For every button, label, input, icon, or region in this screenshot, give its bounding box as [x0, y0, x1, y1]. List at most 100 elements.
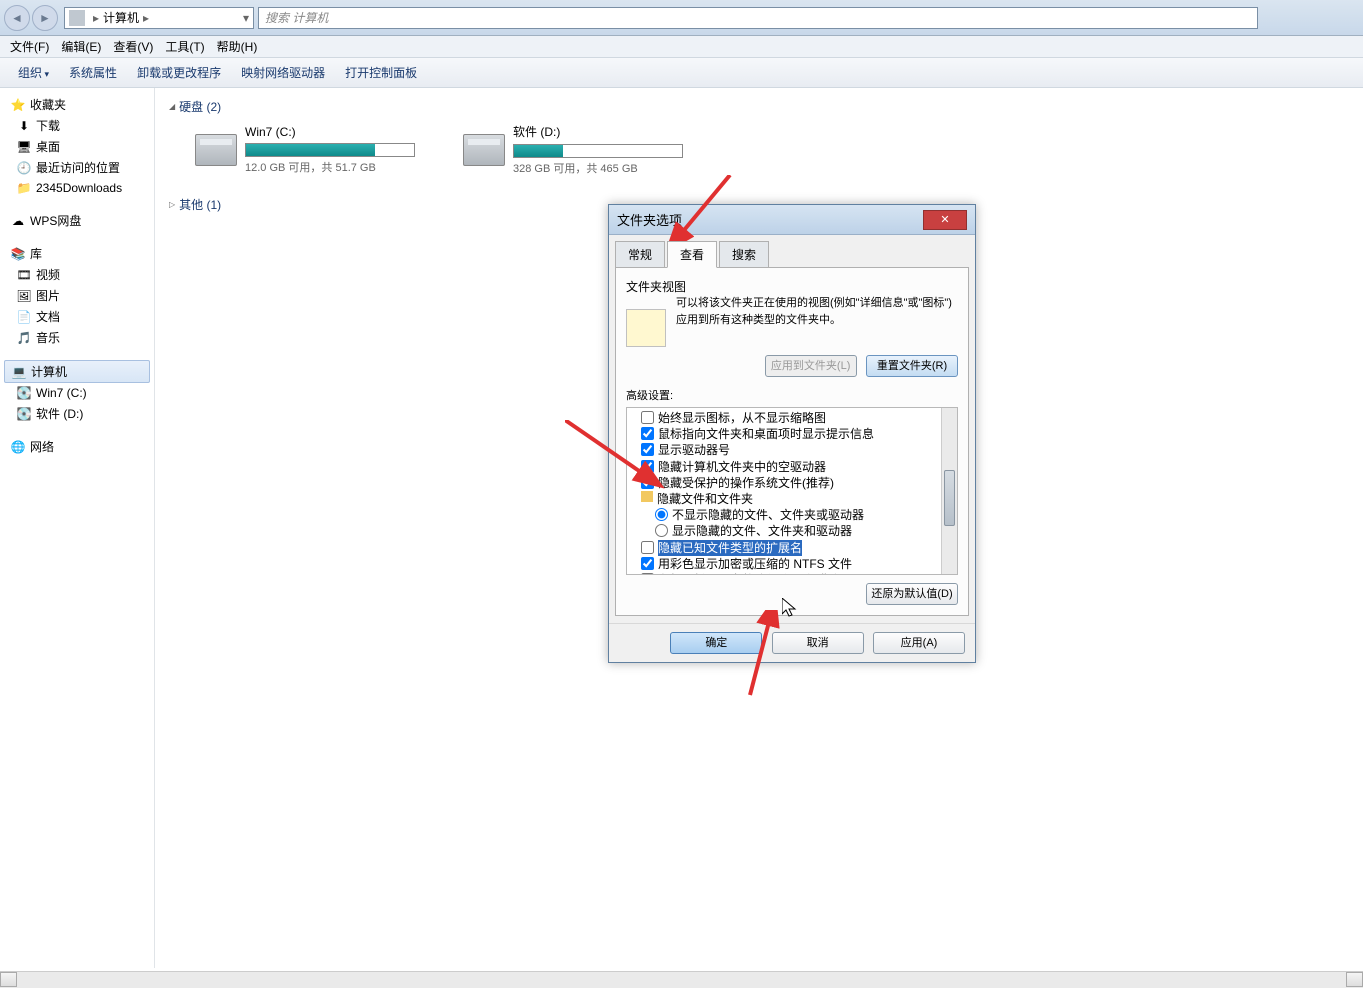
drive-icon: 💽 — [16, 406, 32, 422]
menu-tools[interactable]: 工具(T) — [159, 36, 210, 57]
radio[interactable] — [655, 524, 668, 537]
sidebar-label: 软件 (D:) — [36, 405, 83, 422]
adv-option[interactable]: 在标题栏显示完整路径(仅限经典主题) — [631, 572, 953, 575]
sidebar-network[interactable]: 🌐网络 — [0, 436, 154, 457]
scroll-left-button[interactable] — [0, 972, 17, 987]
apply-to-folders-button[interactable]: 应用到文件夹(L) — [765, 355, 857, 377]
nav-back-button[interactable]: ◄ — [4, 5, 30, 31]
group-hdd[interactable]: 硬盘 (2) — [169, 98, 1349, 115]
sidebar-label: 库 — [30, 245, 42, 262]
checkbox[interactable] — [641, 476, 654, 489]
adv-option[interactable]: 鼠标指向文件夹和桌面项时显示提示信息 — [631, 426, 953, 442]
recent-icon: 🕘 — [16, 160, 32, 176]
drive-item[interactable]: 软件 (D:)328 GB 可用，共 465 GB — [463, 123, 683, 176]
tab-search[interactable]: 搜索 — [719, 241, 769, 268]
option-label: 隐藏已知文件类型的扩展名 — [658, 540, 802, 556]
sidebar-desktop[interactable]: 🖥桌面 — [0, 136, 154, 157]
nav-forward-button[interactable]: ► — [32, 5, 58, 31]
folder-icon — [641, 491, 653, 502]
adv-option[interactable]: 显示驱动器号 — [631, 442, 953, 458]
drive-name: Win7 (C:) — [245, 125, 415, 139]
download-icon: ⬇ — [16, 118, 32, 134]
sidebar-label: 图片 — [36, 287, 60, 304]
dialog-titlebar[interactable]: 文件夹选项 ✕ — [609, 205, 975, 235]
toolbar-uninstall[interactable]: 卸载或更改程序 — [127, 60, 231, 85]
scrollbar-horizontal[interactable] — [0, 971, 1363, 988]
checkbox[interactable] — [641, 557, 654, 570]
drive-item[interactable]: Win7 (C:)12.0 GB 可用，共 51.7 GB — [195, 123, 415, 176]
address-dropdown[interactable]: ▾ — [243, 11, 249, 25]
sidebar-label: Win7 (C:) — [36, 386, 87, 400]
ok-button[interactable]: 确定 — [670, 632, 762, 654]
sidebar-favorites[interactable]: ⭐收藏夹 — [0, 94, 154, 115]
sidebar-drive-c[interactable]: 💽Win7 (C:) — [0, 383, 154, 403]
toolbar-ctrlpanel[interactable]: 打开控制面板 — [335, 60, 427, 85]
checkbox[interactable] — [641, 411, 654, 424]
radio[interactable] — [655, 508, 668, 521]
scrollbar-thumb[interactable] — [944, 470, 955, 526]
option-label: 不显示隐藏的文件、文件夹或驱动器 — [672, 507, 864, 523]
folder-icon: 📁 — [16, 180, 32, 196]
sidebar-computer[interactable]: 💻计算机 — [4, 360, 150, 383]
toolbar: 组织 系统属性 卸载或更改程序 映射网络驱动器 打开控制面板 — [0, 58, 1363, 88]
sidebar-wps[interactable]: ☁WPS网盘 — [0, 210, 154, 231]
reset-folders-button[interactable]: 重置文件夹(R) — [866, 355, 958, 377]
drive-stat: 328 GB 可用，共 465 GB — [513, 160, 683, 176]
scrollbar[interactable] — [941, 408, 957, 574]
menu-help[interactable]: 帮助(H) — [211, 36, 264, 57]
sidebar-libraries[interactable]: 📚库 — [0, 243, 154, 264]
menu-file[interactable]: 文件(F) — [4, 36, 55, 57]
adv-option[interactable]: 始终显示图标，从不显示缩略图 — [631, 410, 953, 426]
sidebar-label: 文档 — [36, 308, 60, 325]
tab-general[interactable]: 常规 — [615, 241, 665, 268]
menu-edit[interactable]: 编辑(E) — [55, 36, 107, 57]
adv-option[interactable]: 隐藏受保护的操作系统文件(推荐) — [631, 475, 953, 491]
computer-icon — [69, 10, 85, 26]
sidebar-label: 下载 — [36, 117, 60, 134]
toolbar-sysprops[interactable]: 系统属性 — [59, 60, 127, 85]
checkbox[interactable] — [641, 443, 654, 456]
adv-option[interactable]: 隐藏已知文件类型的扩展名 — [631, 540, 953, 556]
scroll-right-button[interactable] — [1346, 972, 1363, 987]
star-icon: ⭐ — [10, 97, 26, 113]
sidebar-pictures[interactable]: 🖼图片 — [0, 285, 154, 306]
cancel-button[interactable]: 取消 — [772, 632, 864, 654]
sidebar-label: 网络 — [30, 438, 54, 455]
option-label: 用彩色显示加密或压缩的 NTFS 文件 — [658, 556, 852, 572]
folderview-icon — [626, 309, 666, 347]
breadcrumb-location[interactable]: 计算机 — [103, 9, 139, 26]
close-button[interactable]: ✕ — [923, 210, 967, 230]
sidebar-recent[interactable]: 🕘最近访问的位置 — [0, 157, 154, 178]
search-input[interactable]: 搜索 计算机 — [258, 7, 1258, 29]
checkbox[interactable] — [641, 427, 654, 440]
advanced-settings-list[interactable]: 始终显示图标，从不显示缩略图鼠标指向文件夹和桌面项时显示提示信息显示驱动器号隐藏… — [626, 407, 958, 575]
sidebar-downloads[interactable]: ⬇下载 — [0, 115, 154, 136]
toolbar-organize[interactable]: 组织 — [8, 60, 59, 85]
sidebar-2345[interactable]: 📁2345Downloads — [0, 178, 154, 198]
sidebar-documents[interactable]: 📄文档 — [0, 306, 154, 327]
sidebar-label: WPS网盘 — [30, 212, 81, 229]
checkbox[interactable] — [641, 541, 654, 554]
drive-capacity-bar — [513, 144, 683, 158]
toolbar-mapnet[interactable]: 映射网络驱动器 — [231, 60, 335, 85]
adv-option[interactable]: 用彩色显示加密或压缩的 NTFS 文件 — [631, 556, 953, 572]
sidebar-label: 桌面 — [36, 138, 60, 155]
sidebar-label: 视频 — [36, 266, 60, 283]
drive-icon — [195, 134, 237, 166]
menu-view[interactable]: 查看(V) — [107, 36, 159, 57]
breadcrumb-sep: ▸ — [93, 11, 99, 25]
sidebar-videos[interactable]: 🎞视频 — [0, 264, 154, 285]
adv-option[interactable]: 不显示隐藏的文件、文件夹或驱动器 — [631, 507, 953, 523]
checkbox[interactable] — [641, 460, 654, 473]
sidebar-music[interactable]: 🎵音乐 — [0, 327, 154, 348]
adv-option[interactable]: 显示隐藏的文件、文件夹和驱动器 — [631, 523, 953, 539]
computer-icon: 💻 — [11, 364, 27, 380]
apply-button[interactable]: 应用(A) — [873, 632, 965, 654]
checkbox[interactable] — [641, 573, 654, 575]
sidebar-label: 收藏夹 — [30, 96, 66, 113]
address-field[interactable]: ▸ 计算机 ▸ ▾ — [64, 7, 254, 29]
adv-option[interactable]: 隐藏计算机文件夹中的空驱动器 — [631, 459, 953, 475]
tab-view[interactable]: 查看 — [667, 241, 717, 268]
sidebar-drive-d[interactable]: 💽软件 (D:) — [0, 403, 154, 424]
restore-defaults-button[interactable]: 还原为默认值(D) — [866, 583, 958, 605]
